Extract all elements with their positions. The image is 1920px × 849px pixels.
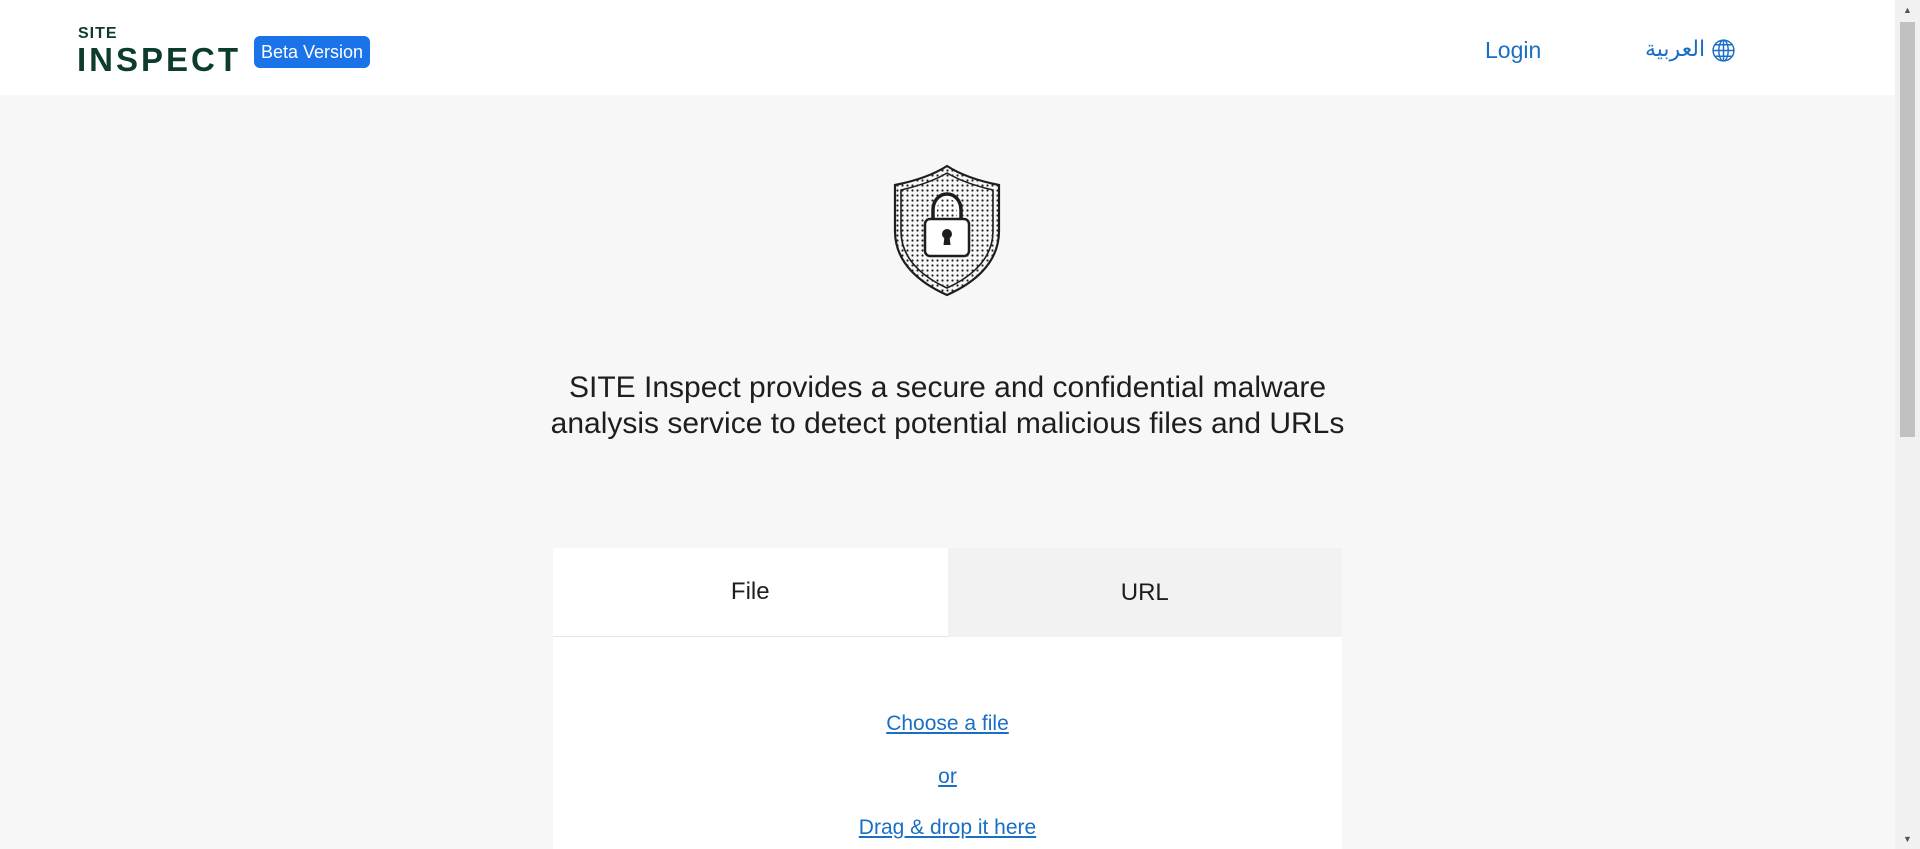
login-link[interactable]: Login (1485, 36, 1541, 64)
scrollbar-thumb[interactable] (1900, 22, 1915, 437)
language-label: العربية (1645, 37, 1706, 62)
page: SITE INSPECT Beta Version Login العربية (0, 0, 1920, 849)
choose-file-link[interactable]: Choose a file (553, 711, 1342, 737)
tab-file[interactable]: File (553, 548, 948, 637)
file-upload-dropzone[interactable]: Choose a file or Drag & drop it here (553, 637, 1342, 849)
vertical-scrollbar[interactable]: ▲ ▼ (1895, 0, 1920, 849)
scroll-down-arrow-icon[interactable]: ▼ (1895, 829, 1920, 849)
hero-headline: SITE Inspect provides a secure and confi… (550, 371, 1345, 440)
tab-url[interactable]: URL (947, 548, 1342, 637)
top-header: SITE INSPECT Beta Version Login العربية (0, 0, 1895, 95)
site-inspect-logo[interactable]: SITE INSPECT (77, 26, 249, 78)
scan-card: File URL Choose a file or Drag & drop it… (553, 548, 1342, 849)
scroll-up-arrow-icon[interactable]: ▲ (1895, 0, 1920, 20)
or-separator-link[interactable]: or (553, 764, 1342, 790)
logo-site-text: SITE (78, 25, 118, 42)
logo-inspect-text: INSPECT (77, 41, 242, 78)
beta-version-badge: Beta Version (254, 36, 371, 68)
scan-type-tabs: File URL (553, 548, 1342, 637)
shield-lock-icon (890, 163, 1004, 298)
drag-drop-link[interactable]: Drag & drop it here (553, 815, 1342, 841)
language-switcher[interactable]: العربية (1645, 35, 1736, 65)
globe-icon (1711, 38, 1736, 63)
